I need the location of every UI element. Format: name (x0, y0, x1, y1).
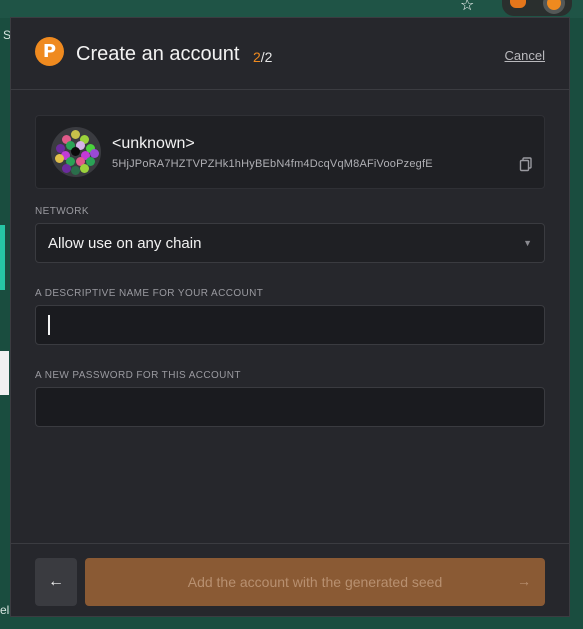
add-account-button-label: Add the account with the generated seed (187, 574, 443, 590)
step-total: /2 (260, 49, 273, 65)
network-label: NETWORK (35, 206, 89, 217)
network-select[interactable]: Allow use on any chain ▼ (35, 223, 545, 263)
page-title: Create an account (76, 43, 240, 65)
text-cursor (48, 315, 50, 335)
password-field-label: A NEW PASSWORD FOR THIS ACCOUNT (35, 370, 241, 381)
copy-icon[interactable] (518, 156, 534, 172)
account-address: 5HjJPoRA7HZTVPZHk1hHyBEbN4fm4DcqVqM8AFiV… (112, 158, 433, 170)
arrow-right-icon: → (517, 573, 531, 589)
star-icon[interactable]: ☆ (460, 0, 474, 15)
background-accent-strip (0, 225, 5, 290)
step-current: 2 (253, 49, 261, 65)
step-indicator: 2/2 (253, 49, 272, 65)
polkadot-logo-icon: P (35, 37, 64, 66)
background-panel (0, 351, 9, 395)
back-button[interactable]: ← (35, 558, 77, 606)
password-input[interactable] (35, 387, 545, 427)
name-field-label: A DESCRIPTIVE NAME FOR YOUR ACCOUNT (35, 288, 264, 299)
account-card: <unknown> 5HjJPoRA7HZTVPZHk1hHyBEbN4fm4D… (35, 115, 545, 189)
account-name: <unknown> (112, 135, 195, 152)
popup-header: P Create an account 2/2 Cancel (11, 18, 569, 90)
cancel-link[interactable]: Cancel (505, 48, 545, 63)
add-account-button[interactable]: Add the account with the generated seed … (85, 558, 545, 606)
chevron-down-icon: ▼ (523, 238, 532, 248)
account-name-input[interactable] (35, 305, 545, 345)
identicon-avatar (51, 127, 101, 177)
arrow-left-icon: ← (48, 573, 64, 590)
network-selected-value: Allow use on any chain (48, 235, 202, 252)
extension-popup: P Create an account 2/2 Cancel <unknown>… (10, 17, 570, 617)
browser-toolbar (0, 0, 583, 18)
fox-extension-icon[interactable] (510, 0, 526, 8)
popup-footer: ← Add the account with the generated see… (11, 543, 569, 616)
